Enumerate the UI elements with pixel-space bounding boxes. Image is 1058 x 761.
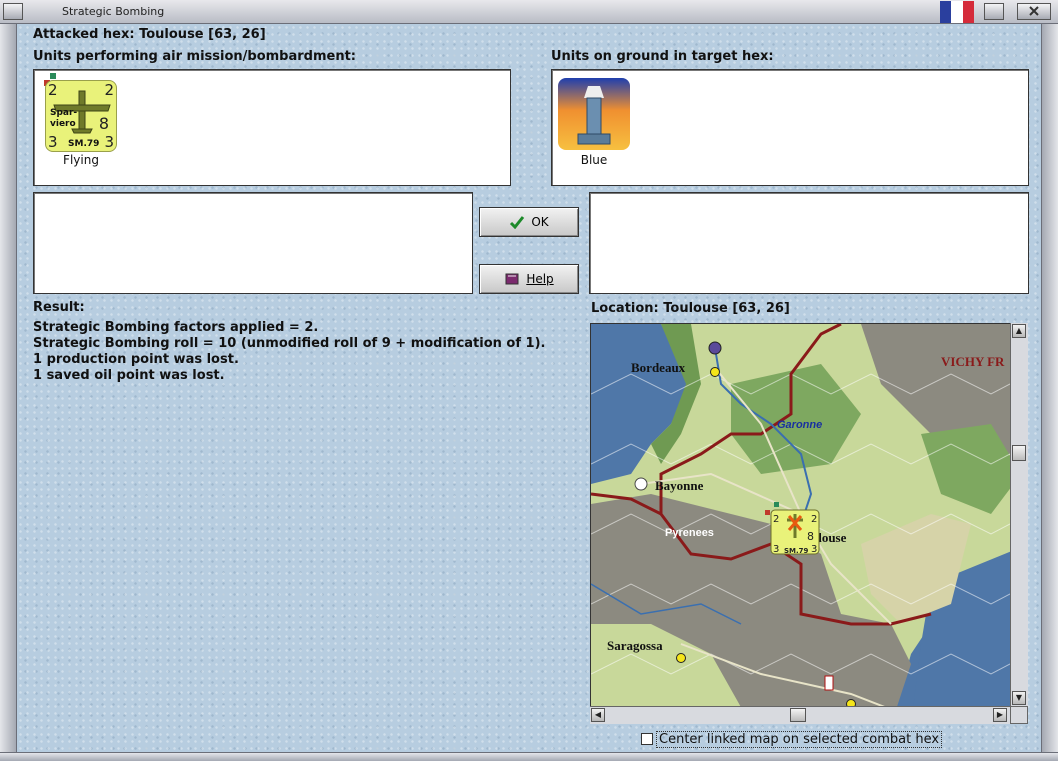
map-counter-tr: 2 xyxy=(811,514,817,525)
title-bar[interactable]: Strategic Bombing xyxy=(0,0,1058,24)
horizontal-scroll-thumb[interactable] xyxy=(790,708,806,722)
result-line: Strategic Bombing factors applied = 2. xyxy=(33,320,319,335)
center-map-checkbox[interactable] xyxy=(641,733,653,745)
ground-units-label: Units on ground in target hex: xyxy=(551,49,774,64)
map-counter-tl: 2 xyxy=(773,514,779,525)
map-counter-bl: 3 xyxy=(773,544,779,555)
checkmark-icon xyxy=(510,216,525,229)
help-button[interactable]: Help xyxy=(479,264,579,294)
lighthouse-icon xyxy=(558,78,630,150)
ground-unit-card[interactable]: Blue xyxy=(558,78,630,167)
result-label: Result: xyxy=(33,300,85,315)
map-label: Bordeaux xyxy=(631,360,686,375)
unit-marker-green xyxy=(50,73,56,79)
ok-button[interactable]: OK xyxy=(479,207,579,237)
counter-name-1: Spar- xyxy=(50,108,78,118)
port-icon xyxy=(634,477,648,491)
map-label: VICHY FR xyxy=(941,354,1005,369)
map-label: Saragossa xyxy=(607,638,663,653)
bottom-border xyxy=(0,752,1058,761)
naval-base-icon xyxy=(708,341,722,355)
map-label: Pyrenees xyxy=(665,527,714,539)
help-button-label: Help xyxy=(526,272,554,286)
air-unit-status: Flying xyxy=(63,153,99,167)
scroll-left-arrow-icon[interactable]: ◀ xyxy=(591,708,605,722)
center-map-label[interactable]: Center linked map on selected combat hex xyxy=(656,731,943,748)
ok-button-label: OK xyxy=(531,215,549,229)
close-button[interactable] xyxy=(1017,3,1051,20)
vertical-scroll-thumb[interactable] xyxy=(1012,445,1026,461)
location-label: Location: Toulouse [63, 26] xyxy=(591,301,790,316)
result-text: Strategic Bombing factors applied = 2. S… xyxy=(33,320,545,384)
result-line: 1 saved oil point was lost. xyxy=(33,368,225,383)
left-border xyxy=(0,24,17,761)
map-horizontal-scrollbar[interactable]: ◀ ▶ xyxy=(590,706,1010,724)
air-units-label: Units performing air mission/bombardment… xyxy=(33,49,357,64)
ground-unit-status: Blue xyxy=(580,153,608,167)
window-menu-button[interactable] xyxy=(3,3,23,20)
map-label: Bayonne xyxy=(655,478,704,493)
location-map[interactable]: Bordeaux Garonne Bayonne Pyrenees Toulou… xyxy=(590,323,1028,724)
scroll-right-arrow-icon[interactable]: ▶ xyxy=(993,708,1007,722)
scroll-up-arrow-icon[interactable]: ▲ xyxy=(1012,324,1026,338)
bomber-counter: 2 2 3 3 8 Spar- viero SM.79 xyxy=(45,80,117,152)
map-counter-br: 3 xyxy=(811,544,817,555)
result-line: Strategic Bombing roll = 10 (unmodified … xyxy=(33,336,546,351)
right-border xyxy=(1041,24,1058,761)
scroll-down-arrow-icon[interactable]: ▼ xyxy=(1012,691,1026,705)
map-canvas: Bordeaux Garonne Bayonne Pyrenees Toulou… xyxy=(591,324,1027,723)
minimize-button[interactable] xyxy=(984,3,1004,20)
factory-icon xyxy=(824,675,834,691)
scroll-corner xyxy=(1010,706,1028,724)
close-icon xyxy=(1029,6,1039,16)
counter-bottom-left: 3 xyxy=(48,133,58,151)
map-label: Garonne xyxy=(777,419,822,431)
counter-top-left: 2 xyxy=(48,81,58,99)
left-info-panel xyxy=(33,192,473,294)
map-unit-counter[interactable]: 2 2 3 3 8 SM.79 xyxy=(765,502,820,555)
counter-name-2: viero xyxy=(50,119,76,129)
nation-flag-icon xyxy=(940,1,974,23)
help-book-icon xyxy=(505,273,519,285)
counter-top-right: 2 xyxy=(104,81,114,99)
right-info-panel xyxy=(589,192,1029,294)
map-counter-move: 8 xyxy=(807,530,814,543)
attacked-hex-label: Attacked hex: Toulouse [63, 26] xyxy=(33,27,266,42)
ground-units-panel: Blue xyxy=(551,69,1029,186)
counter-movement: 8 xyxy=(98,114,109,133)
result-line: 1 production point was lost. xyxy=(33,352,239,367)
map-counter-model: SM.79 xyxy=(784,547,809,555)
air-units-panel: 2 2 3 3 8 Spar- viero SM.79 Flying xyxy=(33,69,511,186)
air-unit-card[interactable]: 2 2 3 3 8 Spar- viero SM.79 Flying xyxy=(41,72,121,167)
counter-model: SM.79 xyxy=(68,139,100,149)
counter-bottom-right: 3 xyxy=(104,133,114,151)
map-vertical-scrollbar[interactable]: ▲ ▼ xyxy=(1010,323,1028,708)
window-title: Strategic Bombing xyxy=(62,5,165,18)
